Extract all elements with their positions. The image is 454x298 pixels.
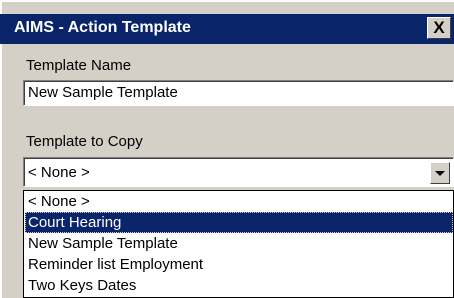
title-bar: AIMS - Action Template: [0, 14, 454, 44]
template-name-value: New Sample Template: [28, 84, 178, 101]
template-copy-value: < None >: [28, 164, 90, 181]
dropdown-option[interactable]: New Sample Template: [25, 233, 453, 254]
template-copy-label: Template to Copy: [26, 133, 143, 150]
template-name-input[interactable]: New Sample Template: [23, 80, 454, 106]
window-title: AIMS - Action Template: [14, 19, 191, 36]
chevron-down-icon: [435, 171, 445, 176]
dropdown-option[interactable]: Reminder list Employment: [25, 254, 453, 275]
dropdown-option[interactable]: Two Keys Dates: [25, 275, 453, 296]
close-icon: X: [433, 18, 445, 37]
close-button[interactable]: X: [427, 17, 451, 39]
template-copy-select[interactable]: < None >: [23, 157, 454, 187]
template-copy-dropdown-list: < None > Court Hearing New Sample Templa…: [23, 190, 454, 298]
template-copy-dropdown-button[interactable]: [430, 162, 450, 184]
dropdown-option-highlighted[interactable]: Court Hearing: [25, 212, 453, 233]
template-name-label: Template Name: [26, 57, 132, 74]
dropdown-option[interactable]: < None >: [25, 191, 453, 212]
